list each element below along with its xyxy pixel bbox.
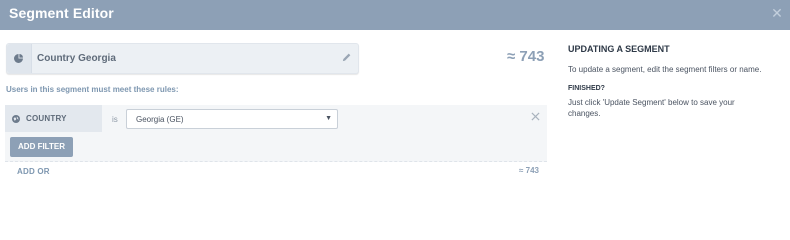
pie-chart-icon — [14, 54, 23, 63]
rule-field: COUNTRY — [5, 105, 102, 132]
globe-icon — [12, 115, 20, 123]
segment-name-field[interactable]: Country Georgia — [6, 43, 359, 74]
remove-rule-icon[interactable] — [531, 112, 540, 121]
help-text: To update a segment, edit the segment fi… — [568, 65, 762, 74]
caret-down-icon: ▼ — [325, 115, 332, 122]
add-filter-button[interactable]: ADD FILTER — [10, 137, 73, 157]
modal-title: Segment Editor — [9, 5, 114, 21]
rule-group: COUNTRY is Georgia (GE) ▼ ADD FILTER — [5, 105, 547, 162]
rule-operator: is — [112, 115, 118, 124]
rule-value-select[interactable]: Georgia (GE) ▼ — [126, 109, 338, 129]
help-text-finished: Just click 'Update Segment' below to sav… — [568, 98, 735, 118]
footer-user-count: ≈ 743 — [519, 166, 539, 175]
rule-field-name: COUNTRY — [26, 114, 67, 123]
pencil-icon[interactable] — [341, 52, 352, 63]
close-icon[interactable]: ✕ — [770, 6, 784, 20]
segment-user-count: ≈ 743 — [507, 48, 545, 65]
segment-name: Country Georgia — [37, 53, 116, 64]
rule-value: Georgia (GE) — [136, 115, 184, 124]
help-title: UPDATING A SEGMENT — [568, 44, 670, 54]
add-or-button[interactable]: ADD OR — [17, 167, 50, 176]
help-subtitle: FINISHED? — [568, 85, 605, 92]
rules-label: Users in this segment must meet these ru… — [6, 85, 179, 94]
modal-header: Segment Editor ✕ — [0, 0, 790, 30]
segment-icon-box — [7, 44, 32, 73]
